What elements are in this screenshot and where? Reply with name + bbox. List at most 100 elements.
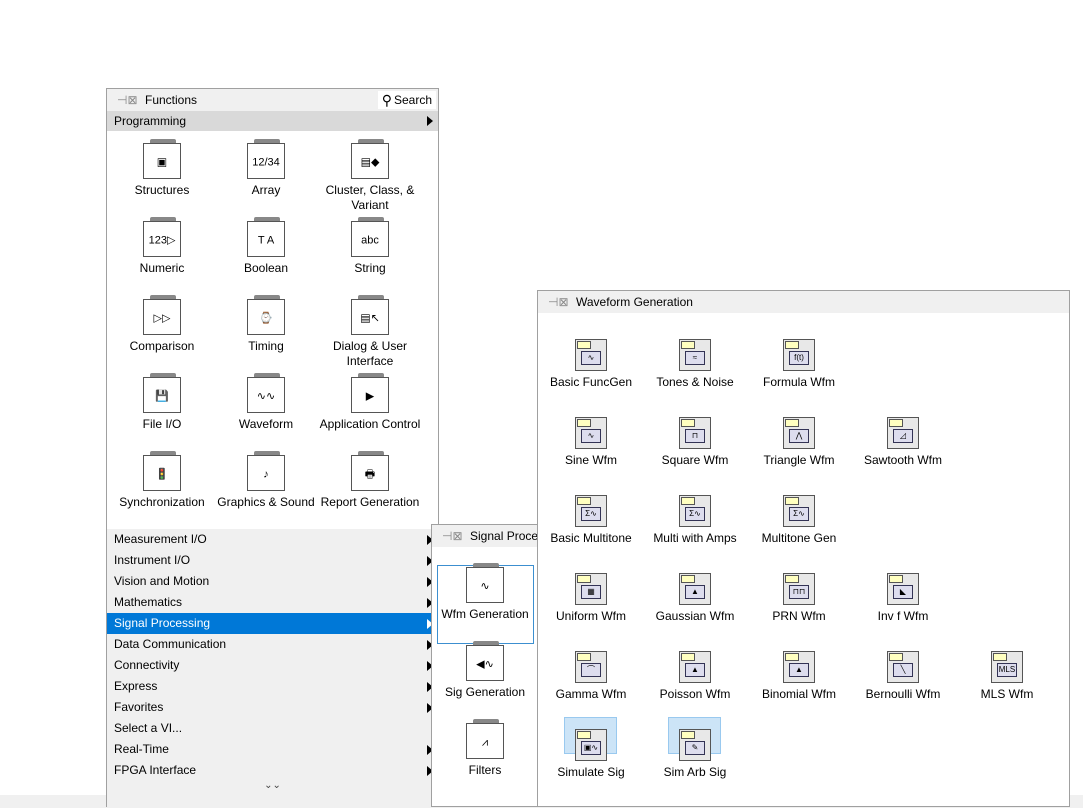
item-label: Array [251,183,281,197]
gaussian-wfm-icon: ▲ [679,573,711,605]
pin-icon[interactable]: ⊣⊠ [117,94,138,106]
palette-header: ⊣⊠ Waveform Generation [538,291,1069,313]
menu-item-label: FPGA Interface [114,763,197,777]
item-label: Sine Wfm [564,453,617,467]
palette-item-formula-wfm[interactable]: f(t) Formula Wfm [747,339,851,390]
palette-item-multi-with-amps[interactable]: Σ∿ Multi with Amps [643,495,747,546]
palette-item-square-wfm[interactable]: ⊓ Square Wfm [643,417,747,468]
palette-item-waveform[interactable]: ∿∿ Waveform [214,371,318,432]
category-menu: Measurement I/O Instrument I/O Vision and … [107,529,438,807]
palette-item-tones-noise[interactable]: ≈ Tones & Noise [643,339,747,390]
triangle-wfm-icon: ⋀ [783,417,815,449]
signal-processing-palette: ⊣⊠ Signal Proce ∿ Wfm Generation ◀∿ Sig Gen… [431,524,541,807]
menu-item-label: Connectivity [114,658,180,672]
palette-item-binomial-wfm[interactable]: ▲ Binomial Wfm [747,651,851,702]
palette-item-array[interactable]: 12/34 Array [214,137,318,198]
menu-item-select-a-vi[interactable]: Select a VI... [107,718,438,739]
array-icon: 12/34 [247,139,285,179]
palette-item-filters[interactable]: ⩘ Filters [433,717,537,778]
palette-item-gamma-wfm[interactable]: ⌒ Gamma Wfm [539,651,643,702]
palette-item-mls-wfm[interactable]: MLS MLS Wfm [955,651,1059,702]
palette-item-sim-arb-sig[interactable]: ✎ Sim Arb Sig [643,729,747,780]
item-label: Multi with Amps [653,531,737,545]
item-label: Tones & Noise [656,375,734,389]
palette-item-uniform-wfm[interactable]: ▦ Uniform Wfm [539,573,643,624]
palette-item-sawtooth-wfm[interactable]: ◿ Sawtooth Wfm [851,417,955,468]
menu-item-real-time[interactable]: Real-Time [107,739,438,760]
menu-item-fpga-interface[interactable]: FPGA Interface [107,760,438,781]
basic-funcgen-icon: ∿ [575,339,607,371]
palette-item-multitone-gen[interactable]: Σ∿ Multitone Gen [747,495,851,546]
item-label: Structures [134,183,190,197]
palette-item-string[interactable]: abc String [318,215,422,276]
palette-item-prn-wfm[interactable]: ⊓⊓ PRN Wfm [747,573,851,624]
palette-item-gaussian-wfm[interactable]: ▲ Gaussian Wfm [643,573,747,624]
palette-item-boolean[interactable]: T A Boolean [214,215,318,276]
category-label: Programming [114,114,187,128]
palette-item-file-i-o[interactable]: 💾 File I/O [110,371,214,432]
palette-title: Signal Proce [470,529,539,543]
menu-item-mathematics[interactable]: Mathematics [107,592,438,613]
report-generation-icon: 🖶 [351,451,389,491]
palette-item-dialog-user-interface[interactable]: ▤↖ Dialog & User Interface [318,293,422,369]
waveform-icon: ∿∿ [247,373,285,413]
palette-item-wfm-generation[interactable]: ∿ Wfm Generation [433,561,537,622]
palette-item-basic-funcgen[interactable]: ∿ Basic FuncGen [539,339,643,390]
menu-item-connectivity[interactable]: Connectivity [107,655,438,676]
palette-item-numeric[interactable]: 123▷ Numeric [110,215,214,276]
pin-icon[interactable]: ⊣⊠ [548,296,569,308]
structures-icon: ▣ [143,139,181,179]
sim-arb-sig-icon: ✎ [679,729,711,761]
menu-item-label: Mathematics [114,595,183,609]
palette-item-basic-multitone[interactable]: Σ∿ Basic Multitone [539,495,643,546]
item-label: Simulate Sig [557,765,625,779]
item-label: Binomial Wfm [761,687,836,701]
timing-icon: ⌚ [247,295,285,335]
menu-item-favorites[interactable]: Favorites [107,697,438,718]
palette-item-sig-generation[interactable]: ◀∿ Sig Generation [433,639,537,700]
menu-item-measurement-i-o[interactable]: Measurement I/O [107,529,438,550]
menu-item-label: Instrument I/O [114,553,191,567]
item-label: Graphics & Sound [217,495,315,509]
item-label: Waveform [238,417,294,431]
chevron-double-down-icon[interactable]: ⌄⌄ [107,781,438,801]
menu-item-signal-processing[interactable]: Signal Processing [107,613,438,634]
palette-item-bernoulli-wfm[interactable]: ╲ Bernoulli Wfm [851,651,955,702]
palette-item-sine-wfm[interactable]: ∿ Sine Wfm [539,417,643,468]
menu-item-data-communication[interactable]: Data Communication [107,634,438,655]
palette-title: Functions [145,93,198,107]
item-label: Synchronization [119,495,205,509]
binomial-wfm-icon: ▲ [783,651,815,683]
palette-item-simulate-sig[interactable]: ▣∿ Simulate Sig [539,729,643,780]
sawtooth-wfm-icon: ◿ [887,417,919,449]
sig-generation-icon: ◀∿ [466,641,504,681]
item-label: Bernoulli Wfm [865,687,941,701]
menu-item-vision-and-motion[interactable]: Vision and Motion [107,571,438,592]
palette-item-structures[interactable]: ▣ Structures [110,137,214,198]
palette-item-triangle-wfm[interactable]: ⋀ Triangle Wfm [747,417,851,468]
palette-item-application-control[interactable]: ▶ Application Control [318,371,422,432]
search-button[interactable]: ⚲ Search [377,91,436,109]
palette-item-synchronization[interactable]: 🚦 Synchronization [110,449,214,510]
item-label: Triangle Wfm [763,453,835,467]
palette-item-timing[interactable]: ⌚ Timing [214,293,318,354]
boolean-icon: T A [247,217,285,257]
comparison-icon: ▷▷ [143,295,181,335]
menu-item-label: Express [114,679,158,693]
menu-item-label: Signal Processing [114,616,211,630]
palette-item-cluster-class-variant[interactable]: ▤◆ Cluster, Class, & Variant [318,137,422,213]
bernoulli-wfm-icon: ╲ [887,651,919,683]
menu-item-label: Data Communication [114,637,227,651]
graphics-sound-icon: ♪ [247,451,285,491]
palette-item-poisson-wfm[interactable]: ▲ Poisson Wfm [643,651,747,702]
pin-icon[interactable]: ⊣⊠ [442,530,463,542]
palette-item-inv-f-wfm[interactable]: ◣ Inv f Wfm [851,573,955,624]
palette-item-comparison[interactable]: ▷▷ Comparison [110,293,214,354]
palette-item-graphics-sound[interactable]: ♪ Graphics & Sound [214,449,318,510]
prn-wfm-icon: ⊓⊓ [783,573,815,605]
menu-item-express[interactable]: Express [107,676,438,697]
palette-item-report-generation[interactable]: 🖶 Report Generation [318,449,422,510]
category-programming[interactable]: Programming [107,111,438,131]
menu-item-instrument-i-o[interactable]: Instrument I/O [107,550,438,571]
item-label: Boolean [243,261,289,275]
